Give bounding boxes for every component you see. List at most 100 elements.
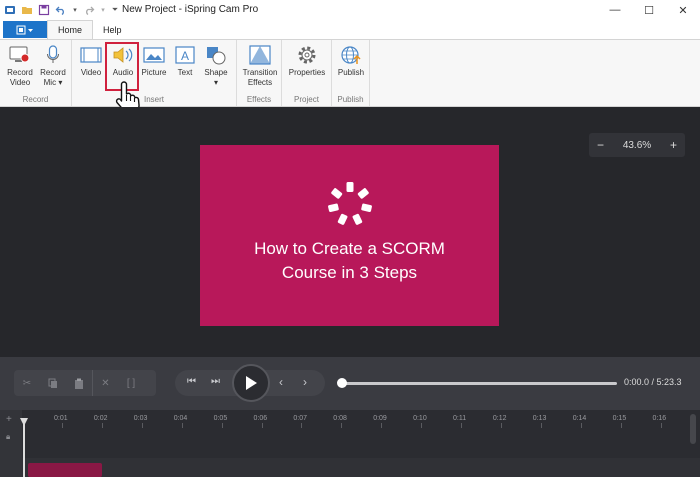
timeline-tick-label: 0:12 xyxy=(492,415,507,422)
video-clip[interactable] xyxy=(28,463,102,477)
timeline-tick-mark xyxy=(62,423,63,428)
next-icon[interactable]: › xyxy=(303,375,307,389)
file-menu-button[interactable] xyxy=(3,21,47,38)
timeline-tick-label: 0:16 xyxy=(652,415,667,422)
previous-icon[interactable]: ‹ xyxy=(279,375,283,389)
timeline-tick-mark xyxy=(341,423,343,428)
timeline-tick-label: 0:11 xyxy=(453,415,467,422)
app-icon xyxy=(4,4,16,16)
timeline-tick-label: 0:04 xyxy=(173,415,188,422)
zoom-control: − 43.6% + xyxy=(589,133,685,157)
edit-tools: ✂ ✕ [ ] xyxy=(14,370,156,396)
shape-icon xyxy=(205,44,227,66)
cut-icon[interactable]: ✂ xyxy=(14,370,40,396)
title-bar: ▾ ▾ ⏷ New Project - iSpring Cam Pro — ☐ … xyxy=(0,0,700,20)
record-group-label: Record xyxy=(22,95,49,104)
delete-icon[interactable]: ✕ xyxy=(92,370,118,396)
ribbon: Record Video Record Mic ▾ Record Video A… xyxy=(0,39,700,113)
publish-group-label: Publish xyxy=(337,95,364,104)
timeline-tick-mark xyxy=(580,423,582,428)
record-mic-button[interactable]: Record Mic ▾ xyxy=(36,44,70,88)
video-track xyxy=(22,458,700,477)
paste-icon[interactable] xyxy=(66,370,92,396)
tab-help[interactable]: Help xyxy=(93,20,132,39)
lock-icon[interactable]: 🔒︎ xyxy=(6,432,10,442)
add-track-icon[interactable]: + xyxy=(6,414,12,425)
slide-title: How to Create a SCORM Course in 3 Steps xyxy=(254,237,445,285)
timeline-tick-label: 0:05 xyxy=(213,415,228,422)
timeline-tick-mark xyxy=(620,423,622,428)
svg-text:A: A xyxy=(181,49,189,63)
timeline-tick-mark xyxy=(381,423,383,428)
insert-group-label: Insert xyxy=(143,95,164,104)
redo-icon[interactable] xyxy=(83,4,95,16)
timeline: + 🔒︎ 0:01 0:02 0:03 0:04 0:05 0:06 0:07 0:08 0:0… xyxy=(0,410,700,477)
seek-bar[interactable] xyxy=(341,382,617,385)
zoom-out-button[interactable]: − xyxy=(597,138,604,152)
picture-label: Picture xyxy=(141,68,167,77)
undo-icon[interactable] xyxy=(55,4,67,16)
timeline-tick-label: 0:01 xyxy=(54,415,68,422)
time-display: 0:00.0 / 5:23.3 xyxy=(624,377,682,387)
redo-dropdown-icon[interactable]: ▾ xyxy=(100,4,106,16)
close-button[interactable]: ✕ xyxy=(666,0,700,20)
quick-access-toolbar: ▾ ▾ ⏷ xyxy=(0,4,119,16)
playback-bar: ✂ ✕ [ ] ⏮ ⏭ ‹ › 0:00.0 / 5:23.3 xyxy=(0,357,700,410)
globe-icon xyxy=(340,44,362,66)
timeline-tick-label: 0:15 xyxy=(612,415,627,422)
publish-group: Publish Publish xyxy=(332,40,370,106)
video-label: Video xyxy=(80,68,102,77)
timeline-tick-mark xyxy=(101,423,103,428)
text-button[interactable]: A Text xyxy=(168,44,202,78)
play-button[interactable] xyxy=(232,364,270,402)
timeline-tick-mark xyxy=(221,423,223,428)
record-video-button[interactable]: Record Video xyxy=(3,44,37,88)
seek-knob[interactable] xyxy=(337,378,347,388)
transition-icon xyxy=(249,44,271,66)
next-frame-icon[interactable]: ⏭ xyxy=(211,376,220,387)
timeline-tick-label: 0:07 xyxy=(293,415,308,422)
publish-label: Publish xyxy=(337,68,365,77)
picture-button[interactable]: Picture xyxy=(137,44,171,78)
open-folder-icon[interactable] xyxy=(21,4,33,16)
timeline-tick-mark xyxy=(181,423,183,428)
copy-icon[interactable] xyxy=(40,370,66,396)
slide-title-line-2: Course in 3 Steps xyxy=(281,263,418,282)
properties-label: Properties xyxy=(288,68,326,77)
timeline-tick-mark xyxy=(500,423,502,428)
shape-text: Shape xyxy=(204,68,228,77)
timeline-tick-mark xyxy=(141,423,143,428)
minimize-button[interactable]: — xyxy=(598,0,632,20)
chevron-down-icon: ▾ xyxy=(56,78,63,87)
timeline-tick-mark xyxy=(301,423,303,428)
save-icon[interactable] xyxy=(38,4,50,16)
timeline-tick-label: 0:03 xyxy=(133,415,148,422)
playhead-line xyxy=(23,418,25,477)
transition-effects-button[interactable]: Transition Effects xyxy=(241,44,279,88)
record-mic-label: Record Mic ▾ xyxy=(38,68,68,88)
timeline-scrollbar[interactable] xyxy=(690,414,696,444)
undo-dropdown-icon[interactable]: ▾ xyxy=(72,4,78,16)
skip-to-start-icon[interactable]: ⏮ xyxy=(187,376,196,387)
text-label: Text xyxy=(177,68,193,77)
timeline-tick-mark xyxy=(461,423,462,428)
zoom-in-button[interactable]: + xyxy=(670,138,677,152)
video-button[interactable]: Video xyxy=(74,44,108,78)
timeline-tick-mark xyxy=(421,423,423,428)
publish-button[interactable]: Publish xyxy=(334,44,368,78)
window-controls: — ☐ ✕ xyxy=(598,0,700,20)
chevron-down-icon: ▾ xyxy=(213,78,218,87)
timeline-tick-label: 0:09 xyxy=(373,415,387,422)
effects-group: Transition Effects Effects xyxy=(237,40,282,106)
properties-button[interactable]: Properties xyxy=(288,44,326,78)
trim-icon[interactable]: [ ] xyxy=(118,370,144,396)
ispring-logo-icon xyxy=(325,179,375,229)
customize-toolbar-icon[interactable]: ⏷ xyxy=(111,4,119,16)
tab-home[interactable]: Home xyxy=(47,20,94,39)
effects-group-label: Effects xyxy=(246,95,272,104)
slide-preview[interactable]: How to Create a SCORM Course in 3 Steps xyxy=(200,145,499,326)
project-group-label: Project xyxy=(294,95,319,104)
shape-button[interactable]: Shape ▾ xyxy=(199,44,233,88)
maximize-button[interactable]: ☐ xyxy=(632,0,666,20)
timeline-ruler[interactable]: 0:01 0:02 0:03 0:04 0:05 0:06 0:07 0:08 0:09 0:10… xyxy=(22,410,700,428)
